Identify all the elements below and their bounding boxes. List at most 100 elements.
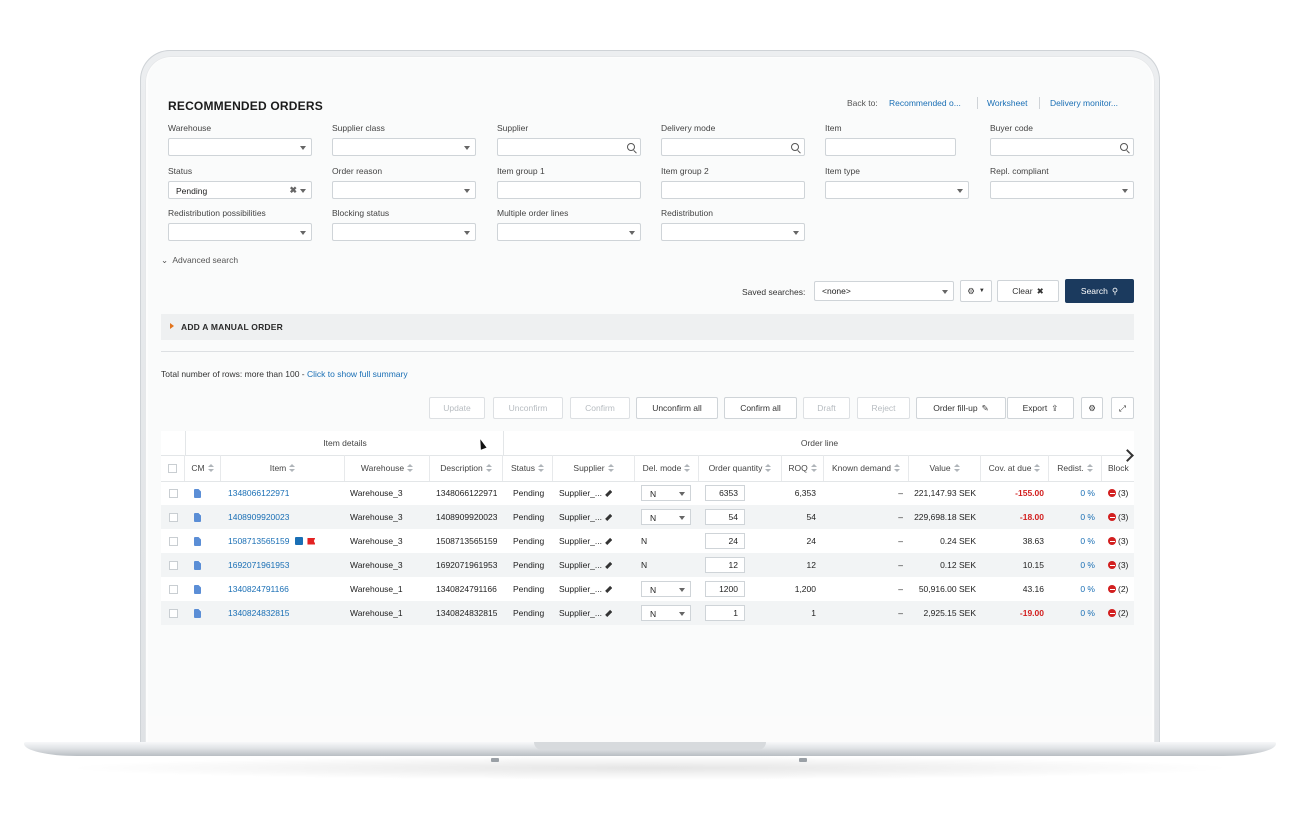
supplier-input[interactable] — [497, 138, 641, 156]
item-link[interactable]: 1692071961953 — [228, 560, 289, 570]
document-icon[interactable] — [194, 560, 201, 570]
pencil-icon[interactable] — [605, 609, 612, 617]
col-header-description[interactable]: Description — [430, 455, 503, 481]
status-select[interactable]: Pending ✖ — [168, 181, 312, 199]
table-settings-button[interactable]: ⚙ — [1081, 397, 1103, 419]
block-cell[interactable]: (3) — [1108, 529, 1128, 553]
repl-compliant-select[interactable] — [990, 181, 1134, 199]
table-row[interactable]: 1692071961953 Warehouse_3 1692071961953 Pen… — [161, 553, 1134, 577]
order-quantity-input[interactable]: 54 — [705, 509, 745, 525]
buyer-code-input[interactable] — [990, 138, 1134, 156]
row-checkbox[interactable] — [169, 560, 178, 570]
block-cell[interactable]: (2) — [1108, 601, 1128, 625]
del-mode-select[interactable]: N — [641, 509, 691, 525]
search-button[interactable]: Search ⚲ — [1065, 279, 1134, 303]
item-group-1-input[interactable] — [497, 181, 641, 199]
block-cell[interactable]: (3) — [1108, 481, 1128, 505]
pencil-icon[interactable] — [605, 513, 612, 521]
confirm-all-button[interactable]: Confirm all — [724, 397, 797, 419]
order-quantity-input[interactable]: 1200 — [705, 581, 745, 597]
redist-cell[interactable]: 0 % — [1049, 529, 1095, 553]
col-header-del-mode[interactable]: Del. mode — [635, 455, 699, 481]
col-header-item[interactable]: Item — [221, 455, 345, 481]
col-header-warehouse[interactable]: Warehouse — [345, 455, 430, 481]
warehouse-select[interactable] — [168, 138, 312, 156]
redist-cell[interactable]: 0 % — [1049, 505, 1095, 529]
redist-cell[interactable]: 0 % — [1049, 481, 1095, 505]
supplier-class-select[interactable] — [332, 138, 476, 156]
add-manual-order-panel[interactable]: ADD A MANUAL ORDER — [161, 314, 1134, 340]
order-fillup-button[interactable]: Order fill-up ✎ — [916, 397, 1006, 419]
row-checkbox[interactable] — [169, 536, 178, 546]
item-link[interactable]: 1508713565159 — [228, 536, 289, 546]
redistribution-possibilities-select[interactable] — [168, 223, 312, 241]
clear-button[interactable]: Clear ✖ — [997, 280, 1059, 302]
item-input[interactable] — [825, 138, 956, 156]
item-type-select[interactable] — [825, 181, 969, 199]
blocking-status-select[interactable] — [332, 223, 476, 241]
col-header-cm[interactable]: CM — [185, 455, 221, 481]
unconfirm-button[interactable]: Unconfirm — [493, 397, 563, 419]
col-header-value[interactable]: Value — [909, 455, 981, 481]
document-icon[interactable] — [194, 512, 201, 522]
block-cell[interactable]: (3) — [1108, 505, 1128, 529]
item-link[interactable]: 1408909920023 — [228, 512, 289, 522]
block-cell[interactable]: (3) — [1108, 553, 1128, 577]
back-link-worksheet[interactable]: Worksheet — [987, 98, 1027, 108]
row-checkbox[interactable] — [169, 512, 178, 522]
export-button[interactable]: Export ⇪ — [1007, 397, 1074, 419]
del-mode-select[interactable]: N — [641, 605, 691, 621]
del-mode-select[interactable]: N — [641, 485, 691, 501]
draft-button[interactable]: Draft — [803, 397, 850, 419]
pencil-icon[interactable] — [605, 585, 612, 593]
update-button[interactable]: Update — [429, 397, 485, 419]
row-checkbox[interactable] — [169, 584, 178, 594]
document-icon[interactable] — [194, 584, 201, 594]
table-row[interactable]: 1348066122971 Warehouse_3 1348066122971 Pen… — [161, 481, 1134, 505]
col-header-known-demand[interactable]: Known demand — [824, 455, 909, 481]
item-group-2-input[interactable] — [661, 181, 805, 199]
table-row[interactable]: 1340824791166 Warehouse_1 1340824791166 Pen… — [161, 577, 1134, 601]
document-icon[interactable] — [194, 608, 201, 618]
select-all-checkbox[interactable] — [168, 463, 177, 473]
unconfirm-all-button[interactable]: Unconfirm all — [636, 397, 718, 419]
col-header-block[interactable]: Block — [1102, 455, 1134, 481]
delivery-mode-input[interactable] — [661, 138, 805, 156]
multiple-order-lines-select[interactable] — [497, 223, 641, 241]
table-row[interactable]: 1408909920023 Warehouse_3 1408909920023 Pen… — [161, 505, 1134, 529]
edit-icon[interactable] — [295, 537, 304, 545]
order-reason-select[interactable] — [332, 181, 476, 199]
document-icon[interactable] — [194, 488, 201, 498]
row-checkbox[interactable] — [169, 608, 178, 618]
redist-cell[interactable]: 0 % — [1049, 577, 1095, 601]
item-link[interactable]: 1340824832815 — [228, 608, 289, 618]
document-icon[interactable] — [194, 536, 201, 546]
col-header-redist[interactable]: Redist. — [1049, 455, 1102, 481]
col-header-order-quantity[interactable]: Order quantity — [699, 455, 782, 481]
order-quantity-input[interactable]: 24 — [705, 533, 745, 549]
confirm-button[interactable]: Confirm — [570, 397, 630, 419]
del-mode-select[interactable]: N — [641, 581, 691, 597]
pencil-icon[interactable] — [605, 537, 612, 545]
show-summary-link[interactable]: Click to show full summary — [307, 369, 408, 379]
back-link-delivery-monitor[interactable]: Delivery monitor... — [1050, 98, 1118, 108]
row-checkbox[interactable] — [169, 488, 178, 498]
table-row[interactable]: 1508713565159 Warehouse_3 1508713565159 Pen… — [161, 529, 1134, 553]
col-header-roq[interactable]: ROQ — [782, 455, 824, 481]
redist-cell[interactable]: 0 % — [1049, 553, 1095, 577]
saved-searches-select[interactable]: <none> — [814, 281, 954, 301]
pencil-icon[interactable] — [605, 489, 612, 497]
advanced-search-toggle[interactable]: ⌄ Advanced search — [161, 255, 238, 266]
order-quantity-input[interactable]: 1 — [705, 605, 745, 621]
col-header-status[interactable]: Status — [503, 455, 553, 481]
redistribution-select[interactable] — [661, 223, 805, 241]
col-header-supplier[interactable]: Supplier — [553, 455, 635, 481]
pencil-icon[interactable] — [605, 561, 612, 569]
settings-dropdown-button[interactable]: ⚙ ▼ — [960, 280, 992, 302]
redist-cell[interactable]: 0 % — [1049, 601, 1095, 625]
table-row[interactable]: 1340824832815 Warehouse_1 1340824832815 Pen… — [161, 601, 1134, 625]
fullscreen-button[interactable]: ⤢ — [1111, 397, 1134, 419]
item-link[interactable]: 1348066122971 — [228, 488, 289, 498]
item-link[interactable]: 1340824791166 — [228, 584, 289, 594]
reject-button[interactable]: Reject — [857, 397, 910, 419]
